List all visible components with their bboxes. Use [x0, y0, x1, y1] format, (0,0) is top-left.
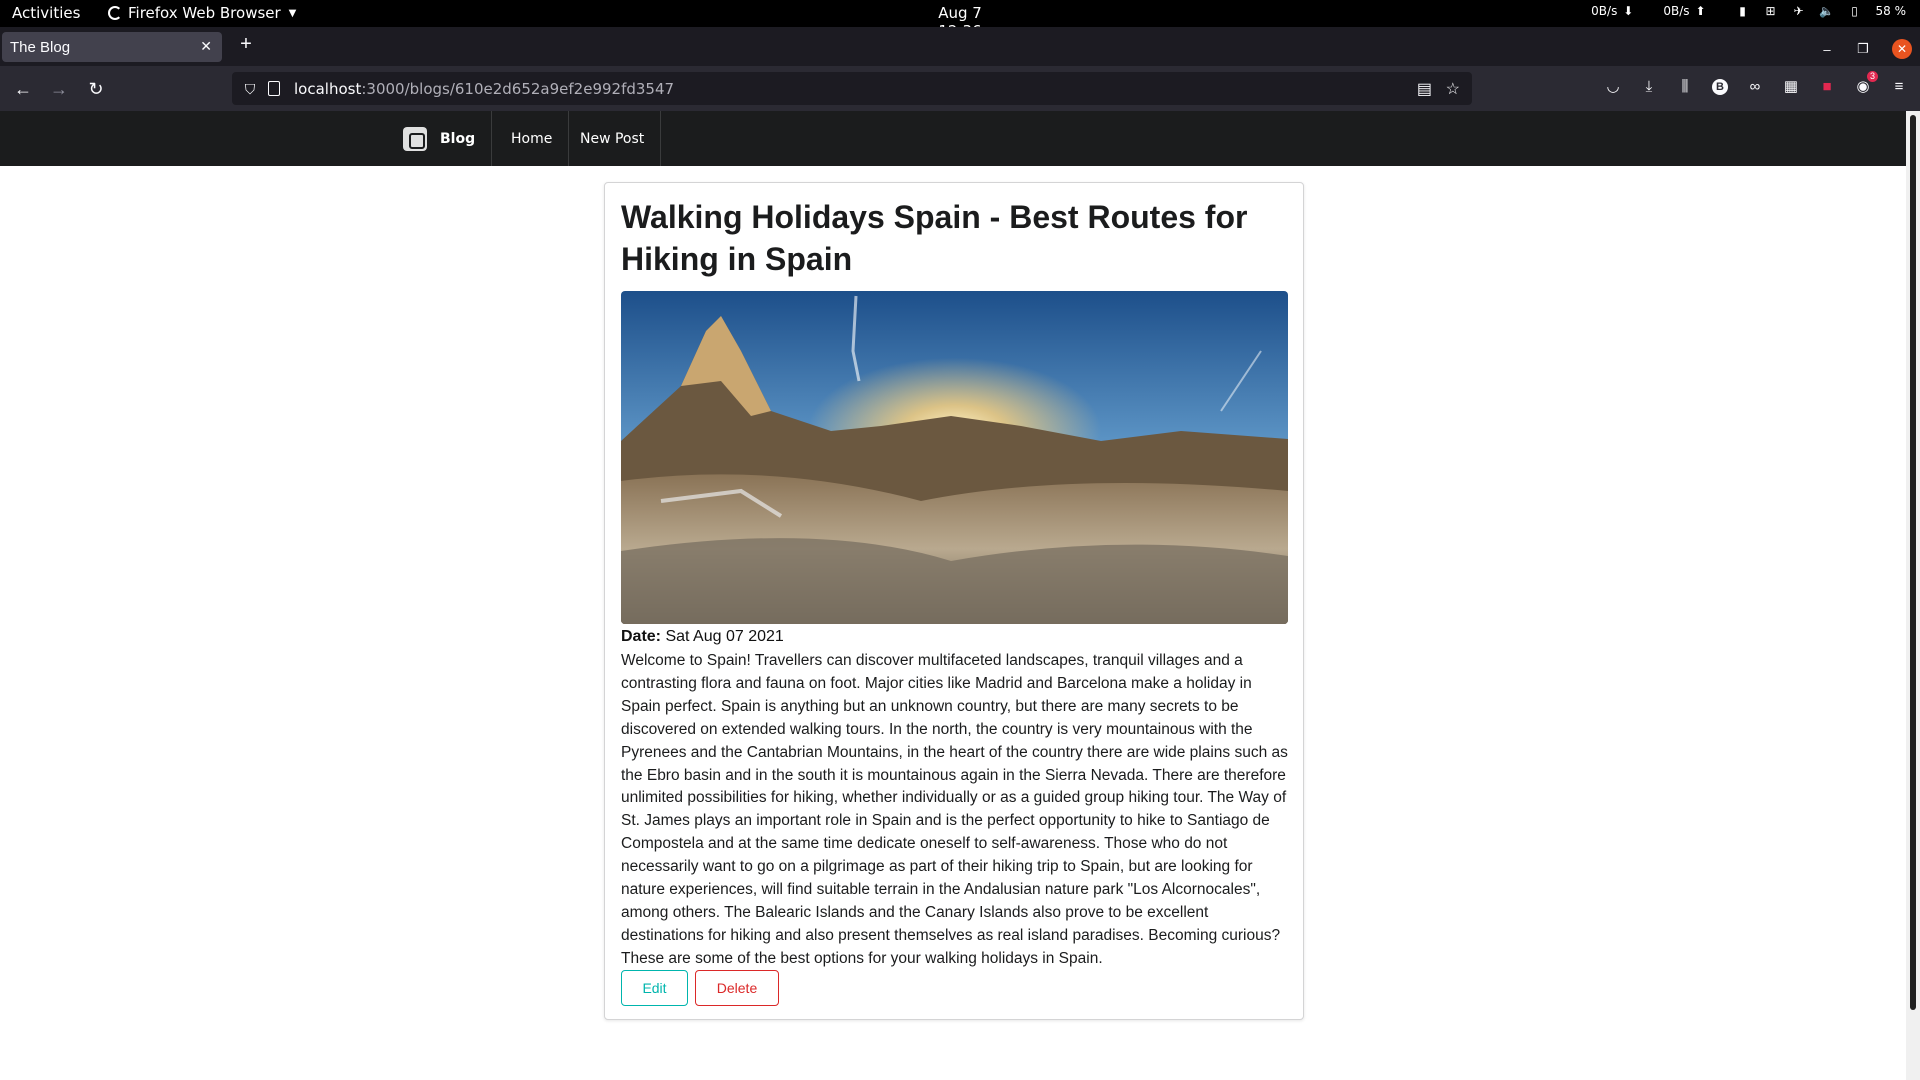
- airplane-icon[interactable]: ✈: [1792, 4, 1806, 18]
- system-tray[interactable]: 0B/s ⬇ 0B/s ⬆ ▮ ⊞ ✈ 🔈 ▯ 58 %: [1591, 4, 1906, 18]
- downloads-icon[interactable]: ⤓: [1640, 78, 1658, 96]
- close-window-icon[interactable]: ✕: [1892, 39, 1912, 59]
- reload-icon[interactable]: ↻: [85, 78, 107, 100]
- forward-icon[interactable]: →: [48, 78, 70, 100]
- nav-new-post[interactable]: New Post: [564, 111, 662, 166]
- download-arrow-icon: ⬇: [1623, 4, 1634, 18]
- upload-arrow-icon: ⬆: [1695, 4, 1706, 18]
- net-down-indicator: 0B/s ⬇: [1591, 4, 1635, 18]
- net-up-rate: 0B/s: [1663, 4, 1690, 18]
- window-controls: – ❐ ✕: [1820, 39, 1912, 59]
- battery-percent: 58 %: [1875, 4, 1907, 18]
- volume-icon[interactable]: 🔈: [1819, 4, 1834, 18]
- blogger-logo-icon: [403, 126, 427, 151]
- new-tab-button[interactable]: +: [236, 34, 256, 54]
- url-host: localhost: [294, 79, 362, 98]
- navigation-toolbar: ← → ↻ ⛉ localhost:3000/blogs/610e2d652a9…: [0, 66, 1920, 111]
- post-body: Welcome to Spain! Travellers can discove…: [621, 652, 1288, 967]
- post-date: Date: Sat Aug 07 2021: [621, 628, 784, 646]
- nav-home[interactable]: Home: [495, 111, 570, 166]
- close-tab-icon[interactable]: ✕: [200, 38, 212, 55]
- url-text[interactable]: localhost:3000/blogs/610e2d652a9ef2e992f…: [294, 80, 674, 98]
- activities-button[interactable]: Activities: [12, 4, 80, 22]
- app-menu[interactable]: Firefox Web Browser ▼: [108, 4, 296, 22]
- site-navbar: Blog Home New Post: [0, 111, 1920, 166]
- minimize-icon[interactable]: –: [1820, 42, 1834, 57]
- hamburger-menu-icon[interactable]: ≡: [1890, 78, 1908, 96]
- system-top-bar: Activities Firefox Web Browser ▼ Aug 7 1…: [0, 0, 1920, 40]
- caret-down-icon: ▼: [288, 7, 297, 19]
- toolbar-icons: ◡ ⤓ ⫼ B ∞ ▦ ■ ◉ 3 ≡: [1604, 71, 1908, 96]
- url-bar[interactable]: ⛉ localhost:3000/blogs/610e2d652a9ef2e99…: [232, 72, 1472, 105]
- extension-lock-icon[interactable]: ■: [1818, 78, 1836, 96]
- brand-label: Blog: [440, 130, 476, 147]
- app-name: Firefox Web Browser: [128, 4, 281, 22]
- post-card: Walking Holidays Spain - Best Routes for…: [604, 182, 1304, 1020]
- network-icon[interactable]: ⊞: [1764, 4, 1778, 18]
- bookmark-star-icon[interactable]: ☆: [1446, 79, 1460, 99]
- net-down-rate: 0B/s: [1591, 4, 1618, 18]
- page-scrollbar[interactable]: [1906, 111, 1920, 1080]
- library-icon[interactable]: ⫼: [1676, 78, 1694, 96]
- net-up-indicator: 0B/s ⬆: [1663, 4, 1707, 18]
- restore-icon[interactable]: ❐: [1856, 41, 1870, 57]
- battery-icon[interactable]: ▯: [1848, 4, 1862, 18]
- site-brand[interactable]: Blog: [403, 111, 493, 166]
- delete-button[interactable]: Delete: [695, 970, 779, 1006]
- extension-b-icon[interactable]: B: [1712, 79, 1728, 95]
- nav-new-post-label: New Post: [580, 130, 645, 147]
- tab-strip: The Blog ✕: [0, 27, 1920, 66]
- extension-grid-icon[interactable]: ▦: [1782, 78, 1800, 96]
- tab-the-blog[interactable]: The Blog ✕: [2, 32, 222, 62]
- date-value: Sat Aug 07 2021: [661, 628, 784, 645]
- extension-badge-icon[interactable]: ◉ 3: [1854, 71, 1878, 96]
- back-icon[interactable]: ←: [12, 78, 34, 100]
- scrollbar-thumb[interactable]: [1910, 115, 1916, 1010]
- post-title: Walking Holidays Spain - Best Routes for…: [621, 199, 1248, 277]
- reader-view-icon[interactable]: ▤: [1417, 79, 1432, 99]
- shield-icon[interactable]: ⛉: [242, 81, 258, 97]
- extension-badge-count: 3: [1866, 71, 1878, 82]
- edit-button[interactable]: Edit: [621, 970, 688, 1006]
- page-icon[interactable]: [268, 81, 280, 96]
- nav-home-label: Home: [511, 130, 553, 147]
- page-viewport: Blog Home New Post Walking Holidays Spai…: [0, 111, 1920, 1080]
- url-path: :3000/blogs/610e2d652a9ef2e992fd3547: [361, 79, 675, 98]
- tab-title: The Blog: [10, 38, 71, 56]
- date-label: Date:: [621, 628, 662, 645]
- post-hero-image: [621, 291, 1288, 624]
- pocket-icon[interactable]: ◡: [1604, 78, 1622, 96]
- clipboard-icon[interactable]: ▮: [1736, 4, 1750, 18]
- extension-glasses-icon[interactable]: ∞: [1746, 78, 1764, 96]
- firefox-icon: [108, 6, 122, 20]
